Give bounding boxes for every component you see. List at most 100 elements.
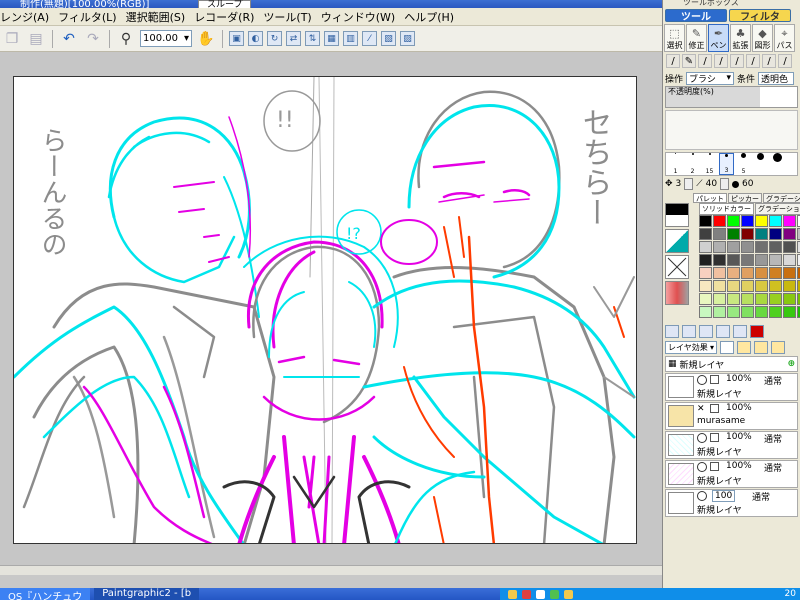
menu-item-selection[interactable]: 選択範囲(S) — [126, 9, 195, 25]
color-swatch[interactable] — [727, 280, 740, 292]
color-swatch[interactable] — [769, 293, 782, 305]
color-swatch[interactable] — [727, 267, 740, 279]
color-swatch[interactable] — [713, 241, 726, 253]
layer-item[interactable]: 100 通常 新規レイヤ — [665, 489, 798, 517]
layer-effect-select[interactable]: レイヤ効果 ▾ — [665, 341, 717, 354]
layer-group-icon[interactable] — [716, 325, 730, 338]
layer-blank-icon[interactable] — [682, 325, 696, 338]
color-swatch[interactable] — [755, 306, 768, 318]
color-swatch[interactable] — [699, 228, 712, 240]
tab-gradation[interactable]: グラデーション — [763, 193, 800, 203]
menu-item-window[interactable]: ウィンドウ(W) — [321, 9, 404, 25]
color-swatch[interactable] — [713, 267, 726, 279]
brush-icon[interactable]: / — [698, 54, 712, 68]
opacity-slider[interactable]: 不透明度(%) — [665, 86, 798, 108]
rotate-left-icon[interactable]: ◐ — [248, 31, 263, 46]
new-file-icon[interactable] — [720, 341, 734, 354]
tool-pen[interactable]: ✒ ペン — [708, 24, 729, 52]
color-swatch[interactable] — [699, 267, 712, 279]
size-preset[interactable] — [770, 153, 785, 175]
menu-item-recorder[interactable]: レコーダ(R) — [194, 9, 263, 25]
tab-solid-color[interactable]: ソリッドカラー — [699, 203, 754, 215]
color-swatch[interactable] — [713, 280, 726, 292]
zoom-icon[interactable]: ⚲ — [116, 29, 136, 49]
color-swatch[interactable] — [741, 293, 754, 305]
open-folder-icon[interactable] — [754, 341, 768, 354]
tool-path[interactable]: ⌖ パス — [774, 24, 795, 52]
color-swatch[interactable] — [741, 267, 754, 279]
color-swatch[interactable] — [713, 228, 726, 240]
color-swatch[interactable] — [727, 228, 740, 240]
color-swatch[interactable] — [699, 306, 712, 318]
size-a-stepper[interactable] — [684, 178, 694, 190]
blur-icon[interactable]: / — [762, 54, 776, 68]
swap-color-icon[interactable] — [665, 229, 689, 253]
flip-vertical-icon[interactable]: ⇅ — [305, 31, 320, 46]
layer-undo-icon[interactable] — [733, 325, 747, 338]
color-swatch[interactable] — [699, 254, 712, 266]
operation-select[interactable]: ブラシ ▾ — [686, 71, 735, 85]
size-preset[interactable]: 2 — [685, 153, 700, 175]
transparent-color-icon[interactable] — [665, 255, 689, 279]
grid-icon[interactable]: ▦ — [324, 31, 339, 46]
marker-icon[interactable]: / — [714, 54, 728, 68]
canvas-workarea[interactable]: !! !? らーんるの セちらー — [0, 52, 662, 575]
layer-select-icon[interactable] — [699, 325, 713, 338]
new-layer-row[interactable]: ▦ 新規レイヤ ⊕ — [665, 356, 798, 372]
crayon-icon[interactable]: / — [730, 54, 744, 68]
color-swatch[interactable] — [755, 241, 768, 253]
condition-select[interactable]: 透明色 — [758, 71, 795, 85]
layer-stack-icon[interactable] — [665, 325, 679, 338]
layer-opacity[interactable]: 100 — [712, 490, 736, 502]
zoom-select[interactable]: 100.00 ▾ — [140, 30, 192, 47]
size-preset[interactable]: 3 — [719, 153, 734, 175]
color-swatch[interactable] — [727, 306, 740, 318]
color-swatch[interactable] — [769, 280, 782, 292]
menu-item-tool[interactable]: ツール(T) — [263, 9, 320, 25]
layer-lock-checkbox[interactable] — [710, 462, 719, 471]
color-swatch[interactable] — [713, 306, 726, 318]
color-swatch[interactable] — [755, 254, 768, 266]
color-swatch[interactable] — [741, 215, 754, 227]
color-swatch[interactable] — [741, 228, 754, 240]
layer-lock-checkbox[interactable] — [710, 404, 719, 413]
color-swatch[interactable] — [783, 267, 796, 279]
size-preset[interactable] — [753, 153, 768, 175]
folder-icon[interactable] — [737, 341, 751, 354]
fit-window-icon[interactable]: ▣ — [229, 31, 244, 46]
pen-pressure-icon[interactable]: ⁄ — [362, 31, 377, 46]
size-preset[interactable]: 1 — [668, 153, 683, 175]
color-swatch[interactable] — [741, 306, 754, 318]
color-swatch[interactable] — [727, 254, 740, 266]
eye-icon[interactable] — [697, 491, 707, 501]
size-preset[interactable]: 15 — [702, 153, 717, 175]
taskbar-item-active[interactable]: Paintgraphic2 - [b — [94, 588, 200, 600]
color-swatch[interactable] — [727, 241, 740, 253]
color-swatch[interactable] — [755, 215, 768, 227]
color-swatch[interactable] — [713, 215, 726, 227]
size-b-stepper[interactable] — [720, 178, 730, 190]
color-swatch[interactable] — [769, 254, 782, 266]
airbrush-icon[interactable]: ✎ — [682, 54, 696, 68]
drawing-canvas[interactable]: !! !? らーんるの セちらー — [13, 76, 637, 544]
color-swatch[interactable] — [699, 241, 712, 253]
color-swatch[interactable] — [699, 215, 712, 227]
tab-picker[interactable]: ピッカー — [728, 193, 762, 203]
color-swatch[interactable] — [741, 254, 754, 266]
color-swatch[interactable] — [755, 293, 768, 305]
horizontal-scrollbar[interactable] — [0, 565, 662, 575]
color-swatch[interactable] — [783, 280, 796, 292]
recent-colors-icon[interactable] — [665, 281, 689, 305]
folder-new-icon[interactable] — [771, 341, 785, 354]
add-layer-icon[interactable]: ⊕ — [787, 359, 795, 369]
tray-icon[interactable] — [508, 589, 517, 599]
eraser-icon[interactable]: / — [778, 54, 792, 68]
layer-item[interactable]: 100% 通常 新規レイヤ — [665, 460, 798, 488]
ink-icon[interactable]: / — [746, 54, 760, 68]
layer-record-icon[interactable] — [750, 325, 764, 338]
tool-shape[interactable]: ◆ 図形 — [752, 24, 773, 52]
close-icon[interactable]: ✕ — [697, 404, 707, 414]
undo-icon[interactable]: ↶ — [59, 29, 79, 49]
taskbar-item[interactable]: OS『ハンチュウ — [0, 588, 91, 600]
color-swatch[interactable] — [783, 254, 796, 266]
